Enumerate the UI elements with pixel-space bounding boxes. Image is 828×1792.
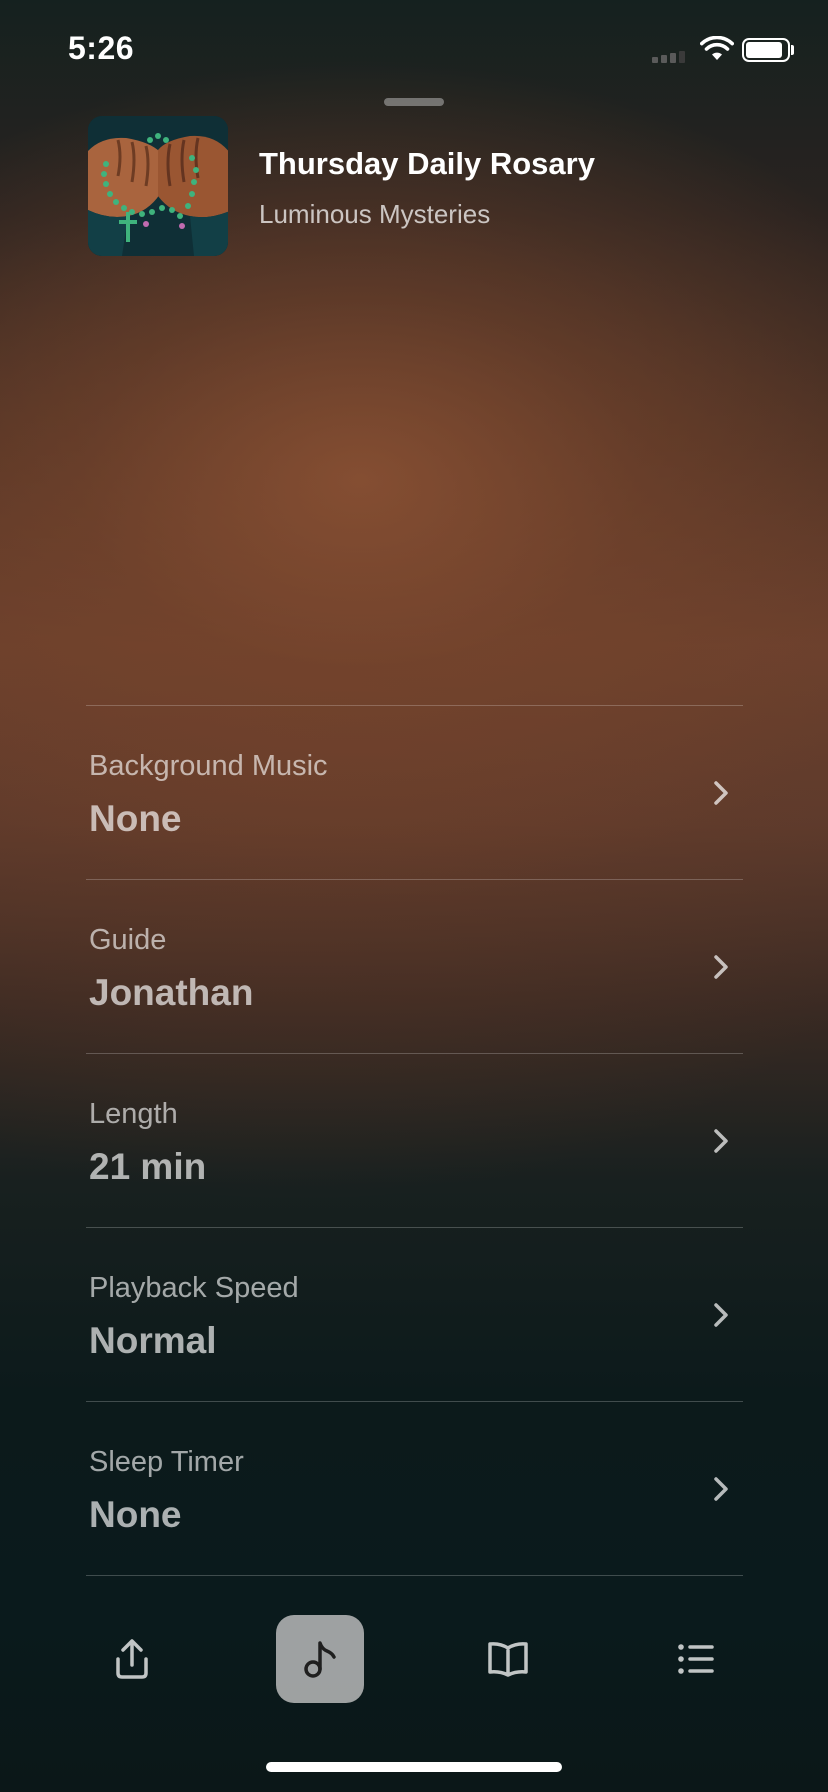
setting-label: Guide	[89, 924, 167, 956]
rosary-hands-artwork	[88, 116, 228, 256]
setting-value: None	[89, 798, 182, 839]
chevron-right-icon	[714, 781, 728, 805]
share-icon	[116, 1639, 148, 1679]
battery-cap	[791, 45, 794, 55]
cellular-signal-icon	[652, 51, 685, 63]
setting-label: Background Music	[89, 750, 328, 782]
playback-settings-list: Background Music None Guide Jonathan Len…	[86, 705, 743, 1576]
wifi-icon	[700, 36, 734, 60]
setting-row-sleep-timer[interactable]: Sleep Timer None	[86, 1402, 743, 1576]
status-time: 5:26	[68, 30, 135, 66]
chevron-right-icon	[714, 1303, 728, 1327]
battery-icon	[742, 38, 790, 62]
bottom-toolbar	[0, 1615, 828, 1705]
setting-value: None	[89, 1494, 182, 1535]
chevron-right-icon	[714, 955, 728, 979]
setting-row-playback-speed[interactable]: Playback Speed Normal	[86, 1228, 743, 1402]
setting-row-length[interactable]: Length 21 min	[86, 1054, 743, 1228]
home-indicator[interactable]	[266, 1762, 562, 1772]
setting-value: 21 min	[89, 1146, 207, 1187]
setting-row-guide[interactable]: Guide Jonathan	[86, 880, 743, 1054]
chevron-right-icon	[714, 1129, 728, 1153]
track-subtitle: Luminous Mysteries	[259, 199, 491, 229]
now-playing-header: Thursday Daily Rosary Luminous Mysteries	[88, 116, 788, 256]
book-icon	[488, 1642, 528, 1677]
setting-label: Sleep Timer	[89, 1446, 244, 1478]
setting-label: Playback Speed	[89, 1272, 299, 1304]
book-tab-button[interactable]	[464, 1615, 552, 1703]
status-bar: 5:26	[0, 0, 828, 100]
music-note-icon	[304, 1641, 336, 1678]
music-tab-button[interactable]	[276, 1615, 364, 1703]
setting-label: Length	[89, 1098, 178, 1130]
setting-value: Jonathan	[89, 972, 254, 1013]
chevron-right-icon	[714, 1477, 728, 1501]
list-tab-button[interactable]	[652, 1615, 740, 1703]
track-title: Thursday Daily Rosary	[259, 146, 595, 181]
battery-level	[746, 42, 782, 58]
share-button[interactable]	[88, 1615, 176, 1703]
setting-row-background-music[interactable]: Background Music None	[86, 706, 743, 880]
list-icon	[678, 1644, 714, 1674]
setting-value: Normal	[89, 1320, 217, 1361]
sheet-grabber[interactable]	[384, 98, 444, 106]
